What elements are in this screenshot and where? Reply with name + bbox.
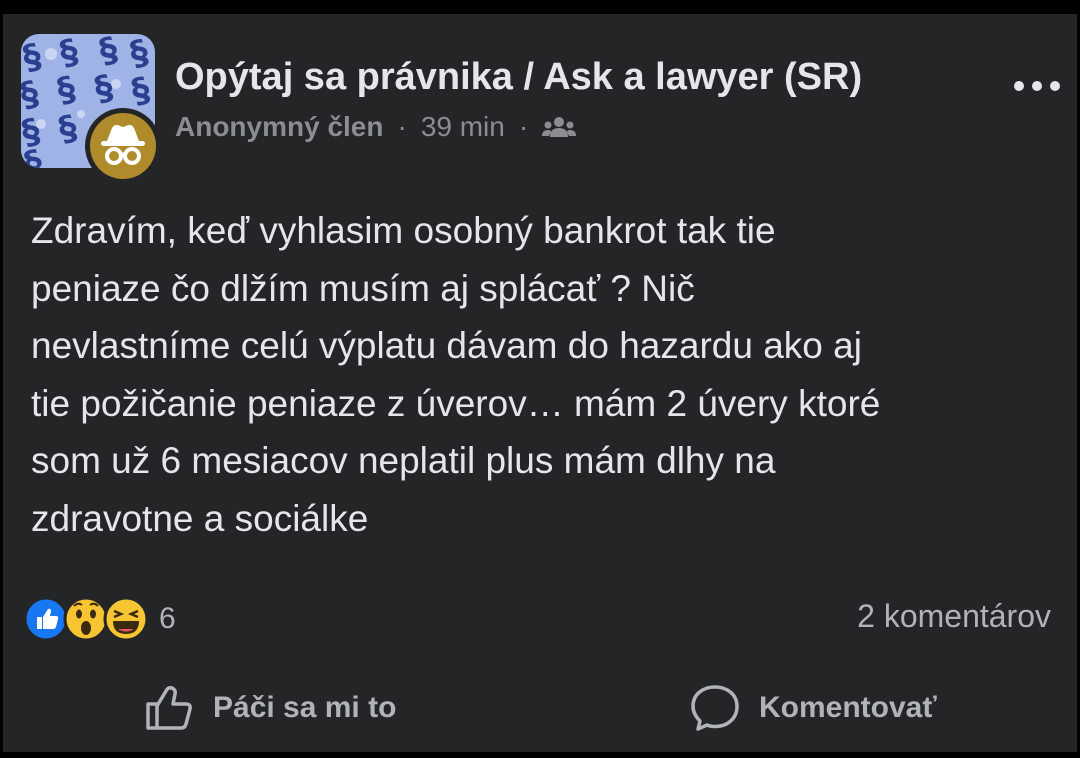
reactions-summary[interactable]: 6	[23, 596, 176, 642]
group-name-link[interactable]: Opýtaj sa právnika / Ask a lawyer (SR)	[175, 56, 862, 99]
ellipsis-icon	[1014, 81, 1060, 91]
comment-bubble-icon	[691, 685, 739, 731]
screenshot-frame: § § § § § § § § § § § Opýtaj sa právnika…	[0, 0, 1080, 758]
group-members-icon	[542, 117, 577, 137]
reaction-count[interactable]: 6	[159, 602, 176, 636]
post-meta: Anonymný člen · 39 min ·	[175, 110, 577, 144]
comment-count-link[interactable]: 2 komentárov	[857, 598, 1051, 635]
anonymous-member-avatar[interactable]	[85, 108, 161, 184]
like-button[interactable]: Páči sa mi to	[143, 678, 396, 738]
incognito-icon	[90, 113, 156, 179]
more-options-button[interactable]	[1007, 66, 1067, 106]
haha-reaction-icon	[103, 596, 149, 642]
post-card: § § § § § § § § § § § Opýtaj sa právnika…	[3, 14, 1077, 752]
comment-button-label: Komentovať	[759, 691, 937, 724]
author-name[interactable]: Anonymný člen	[175, 111, 383, 143]
thumbs-up-icon	[146, 686, 192, 730]
comment-button[interactable]: Komentovať	[689, 678, 937, 738]
post-time[interactable]: 39 min	[421, 111, 505, 143]
meta-separator: ·	[397, 111, 407, 142]
meta-separator: ·	[518, 111, 529, 142]
like-button-label: Páči sa mi to	[213, 691, 397, 724]
post-body-text: Zdravím, keď vyhlasim osobný bankrot tak…	[31, 210, 881, 539]
